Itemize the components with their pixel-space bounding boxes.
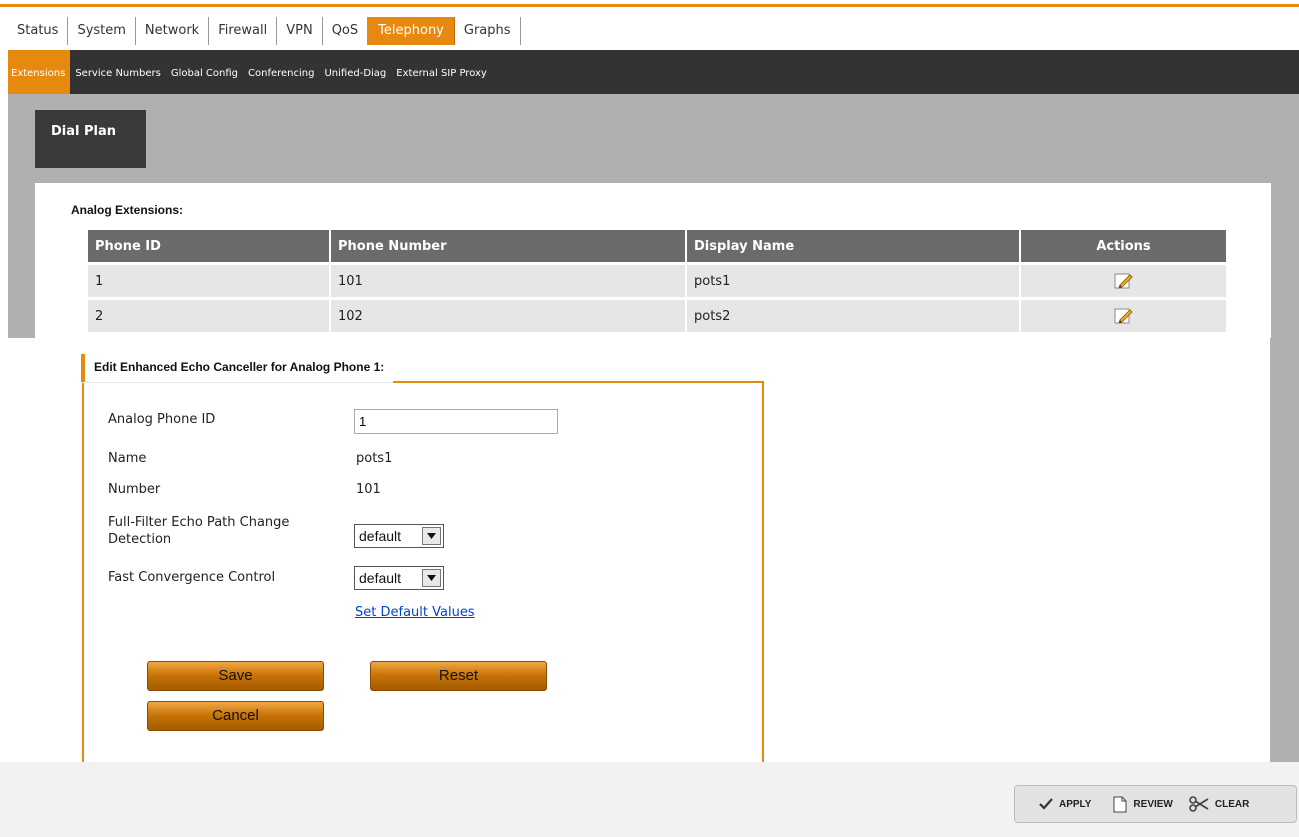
cell-phone-number: 101 <box>331 265 685 297</box>
cell-actions <box>1021 300 1226 332</box>
clear-label: CLEAR <box>1214 798 1250 810</box>
edit-pencil-icon[interactable] <box>1114 272 1134 290</box>
table-row: 2 102 pots2 <box>88 300 1226 332</box>
name-label: Name <box>108 451 147 466</box>
clear-button[interactable]: CLEAR <box>1189 796 1249 812</box>
full-filter-label-line2: Detection <box>108 532 172 547</box>
fast-convergence-label: Fast Convergence Control <box>108 570 276 585</box>
top-accent-line <box>0 0 1299 7</box>
chevron-down-icon <box>422 569 441 587</box>
column-header-phone-number: Phone Number <box>331 230 685 262</box>
tab-telephony[interactable]: Telephony <box>368 17 455 45</box>
tab-qos[interactable]: QoS <box>322 17 369 45</box>
column-header-phone-id: Phone ID <box>88 230 329 262</box>
tab-vpn[interactable]: VPN <box>277 17 323 45</box>
sub-nav: Extensions Service Numbers Global Config… <box>8 50 1299 94</box>
subtab-service-numbers[interactable]: Service Numbers <box>70 50 166 94</box>
save-button[interactable]: Save <box>147 661 324 691</box>
analog-extensions-table: Phone ID Phone Number Display Name Actio… <box>86 227 1228 335</box>
checkmark-icon <box>1039 798 1053 810</box>
subtab-external-sip-proxy[interactable]: External SIP Proxy <box>391 50 492 94</box>
tab-network[interactable]: Network <box>135 17 210 45</box>
main-nav: Status System Network Firewall VPN QoS T… <box>8 17 521 45</box>
number-label: Number <box>108 482 161 497</box>
table-header-row: Phone ID Phone Number Display Name Actio… <box>88 230 1226 262</box>
action-bar: APPLY REVIEW CLEAR <box>1014 785 1297 823</box>
full-filter-label-line1: Full-Filter Echo Path Change <box>108 515 290 530</box>
edit-pencil-icon[interactable] <box>1114 307 1134 325</box>
document-icon <box>1113 796 1127 812</box>
fast-convergence-select[interactable]: default <box>354 566 444 590</box>
cell-display-name: pots2 <box>687 300 1019 332</box>
apply-button[interactable]: APPLY <box>1039 798 1091 810</box>
full-filter-select-value: default <box>359 528 402 544</box>
table-row: 1 101 pots1 <box>88 265 1226 297</box>
edit-panel-title: Edit Enhanced Echo Canceller for Analog … <box>81 354 394 382</box>
number-value: 101 <box>356 482 381 497</box>
tab-status[interactable]: Status <box>8 17 69 45</box>
cell-actions <box>1021 265 1226 297</box>
tab-system[interactable]: System <box>68 17 136 45</box>
analog-extensions-title: Analog Extensions: <box>71 203 184 217</box>
cell-phone-id: 1 <box>88 265 329 297</box>
set-default-values-link[interactable]: Set Default Values <box>355 605 475 620</box>
subtab-conferencing[interactable]: Conferencing <box>243 50 319 94</box>
cancel-button[interactable]: Cancel <box>147 701 324 731</box>
reset-button[interactable]: Reset <box>370 661 547 691</box>
subtab-unified-diag[interactable]: Unified-Diag <box>319 50 391 94</box>
subtab-global-config[interactable]: Global Config <box>166 50 243 94</box>
analog-phone-id-input[interactable] <box>354 409 558 434</box>
subtab-extensions[interactable]: Extensions <box>8 50 71 94</box>
tab-firewall[interactable]: Firewall <box>209 17 278 45</box>
cell-phone-number: 102 <box>331 300 685 332</box>
cell-phone-id: 2 <box>88 300 329 332</box>
review-button[interactable]: REVIEW <box>1113 796 1173 813</box>
review-label: REVIEW <box>1133 798 1173 810</box>
tab-dial-plan[interactable]: Dial Plan <box>35 110 146 168</box>
cell-display-name: pots1 <box>687 265 1019 297</box>
full-filter-select[interactable]: default <box>354 524 444 548</box>
fast-convergence-select-value: default <box>359 570 402 586</box>
apply-label: APPLY <box>1059 798 1092 810</box>
scissors-icon <box>1189 796 1209 812</box>
tab-graphs[interactable]: Graphs <box>454 17 521 45</box>
column-header-display-name: Display Name <box>687 230 1019 262</box>
name-value: pots1 <box>356 451 393 466</box>
column-header-actions: Actions <box>1021 230 1226 262</box>
full-filter-label: Full-Filter Echo Path Change Detection <box>108 514 289 548</box>
chevron-down-icon <box>422 527 441 545</box>
analog-phone-id-label: Analog Phone ID <box>108 412 216 427</box>
